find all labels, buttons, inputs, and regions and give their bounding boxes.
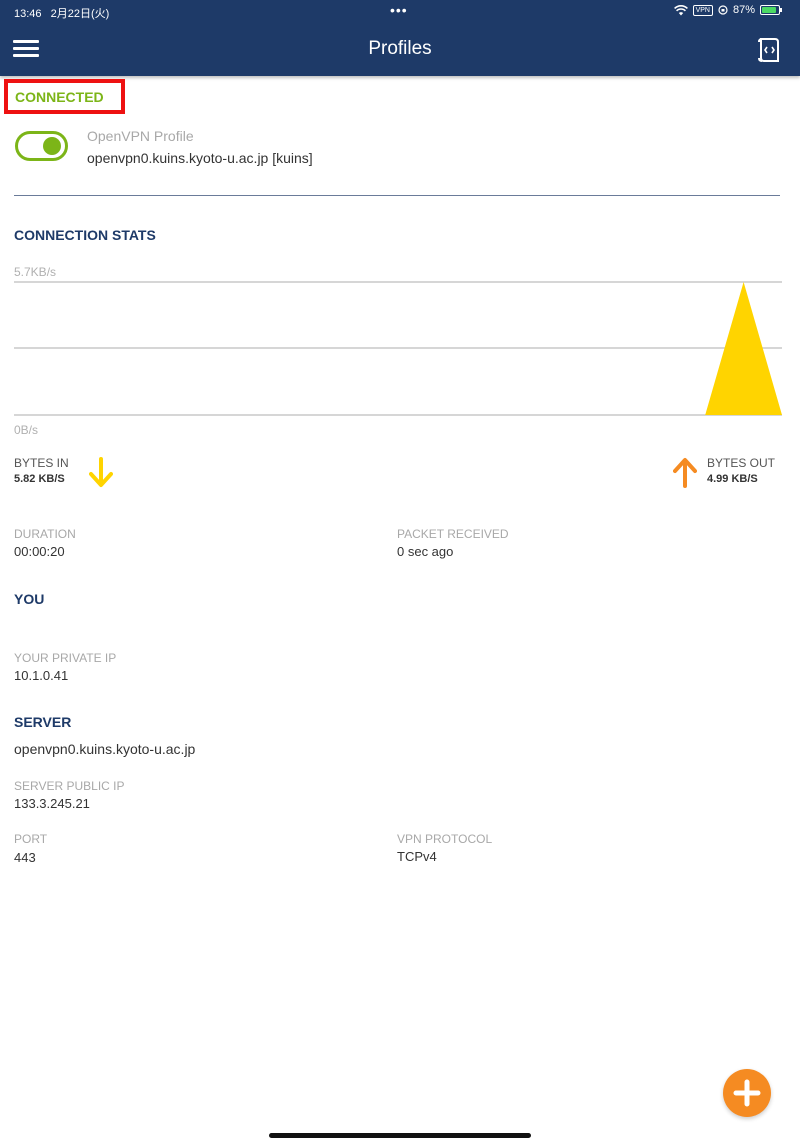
status-bar: 13:46 2月22日(火) ••• VPN 87% [0, 0, 800, 24]
home-indicator[interactable] [269, 1133, 531, 1138]
chart-y-min-label: 0B/s [14, 423, 38, 437]
file-import-icon [758, 38, 779, 62]
bytes-out-label: BYTES OUT [707, 456, 776, 470]
port-label: PORT [14, 832, 48, 846]
battery-percent: 87% [732, 4, 755, 16]
orientation-lock-icon [718, 5, 728, 15]
battery-level [762, 7, 776, 13]
app-screen: 13:46 2月22日(火) ••• VPN 87% Profiles CONN… [0, 0, 800, 1145]
server-hostname: openvpn0.kuins.kyoto-u.ac.jp [14, 741, 196, 757]
status-date-text: 2月22日(火) [50, 8, 110, 20]
bandwidth-chart: 5.7KB/s 0B/s [14, 265, 782, 437]
bytes-in-label: BYTES IN [14, 456, 69, 470]
page-title: Profiles [368, 38, 432, 59]
packet-received-label: PACKET RECEIVED [397, 527, 509, 541]
battery-icon [760, 5, 782, 15]
multitasking-dots-icon[interactable]: ••• [390, 2, 408, 18]
arrow-down-icon [89, 457, 113, 487]
arrow-up-icon [673, 458, 697, 488]
bytes-out-value: 4.99 KB/S [707, 473, 758, 485]
port-value: 443 [14, 850, 36, 865]
vpn-connection-toggle[interactable] [15, 131, 68, 161]
private-ip-value: 10.1.0.41 [14, 668, 69, 683]
add-profile-button[interactable] [723, 1069, 771, 1117]
section-divider [14, 195, 780, 196]
profile-name: openvpn0.kuins.kyoto-u.ac.jp [kuins] [87, 150, 313, 166]
private-ip-label: YOUR PRIVATE IP [14, 651, 117, 665]
vpn-badge: VPN [692, 4, 713, 16]
bytes-in-value: 5.82 KB/S [14, 473, 65, 485]
import-profile-button[interactable] [756, 36, 782, 64]
vpn-protocol-value: TCPv4 [397, 849, 437, 864]
toggle-knob [43, 137, 61, 155]
chart-y-max-label: 5.7KB/s [14, 265, 56, 279]
status-indicators: VPN 87% [673, 4, 782, 16]
server-public-ip-label: SERVER PUBLIC IP [14, 779, 125, 793]
status-time-text: 13:46 [14, 8, 42, 20]
server-section-title: SERVER [14, 714, 72, 730]
duration-label: DURATION [14, 527, 76, 541]
duration-value: 00:00:20 [14, 544, 65, 559]
plus-icon [733, 1079, 761, 1107]
app-header: 13:46 2月22日(火) ••• VPN 87% Profiles [0, 0, 800, 76]
vpn-protocol-label: VPN PROTOCOL [397, 832, 493, 846]
status-time: 13:46 2月22日(火) [14, 5, 109, 21]
profile-type: OpenVPN Profile [87, 128, 194, 144]
wifi-icon [673, 4, 688, 15]
server-public-ip-value: 133.3.245.21 [14, 796, 90, 811]
connection-stats-title: CONNECTION STATS [14, 227, 156, 243]
packet-received-value: 0 sec ago [397, 544, 454, 559]
connection-state-label: CONNECTED [4, 79, 125, 114]
you-section-title: YOU [14, 591, 45, 607]
